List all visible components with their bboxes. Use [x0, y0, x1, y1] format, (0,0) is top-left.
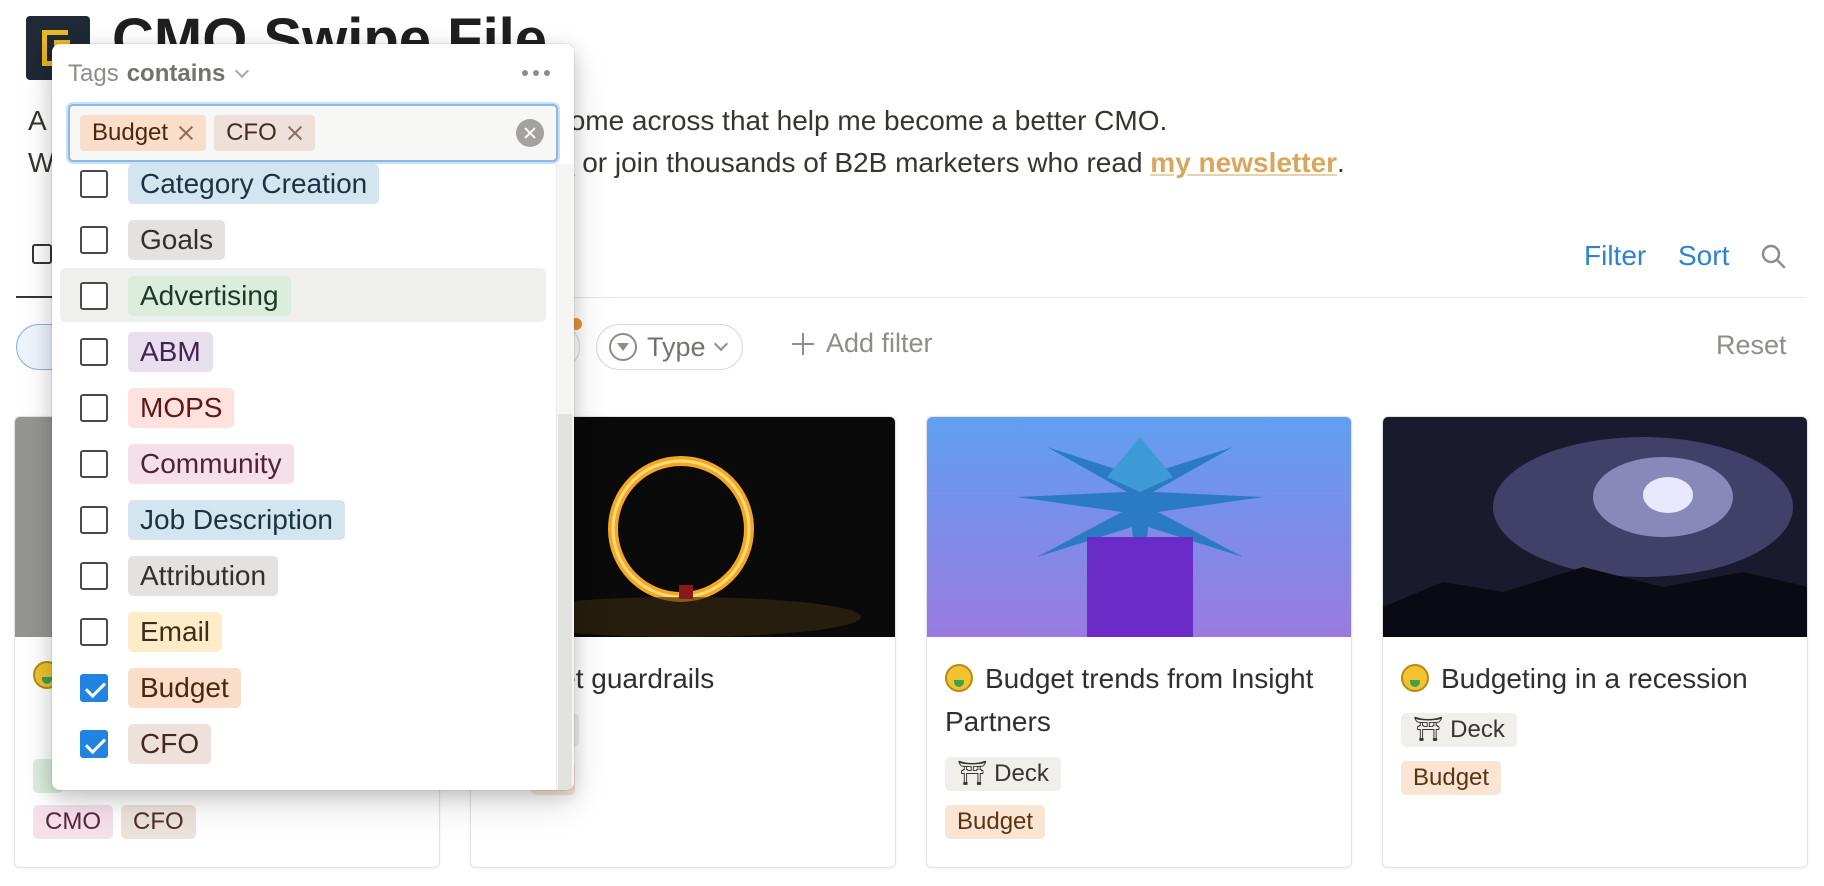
tag-option[interactable]: CFO [60, 716, 546, 770]
card-tag: ⛩ Deck [945, 757, 1061, 791]
checkbox-icon[interactable] [80, 394, 108, 422]
plus-icon [792, 332, 814, 355]
checkbox-checked-icon[interactable] [80, 674, 108, 702]
card-tag: CMO [33, 805, 113, 839]
type-filter-label: Type [647, 331, 706, 362]
selected-tag-token: CFO [214, 115, 315, 151]
more-options-icon[interactable] [522, 70, 550, 76]
tag-option[interactable]: Goals [60, 212, 546, 266]
card-tag: ⛩ Deck [1401, 713, 1517, 747]
tag-option-label: Goals [128, 220, 226, 260]
selected-tag-token: Budget [80, 115, 207, 151]
chevron-down-icon [713, 336, 728, 352]
checkbox-icon[interactable] [80, 618, 108, 646]
card-title: Budgeting in a recession [1401, 657, 1795, 700]
checkbox-icon[interactable] [80, 338, 108, 366]
tag-option-label: Job Description [128, 500, 345, 540]
tag-option[interactable]: Community [60, 436, 546, 490]
filter-button[interactable]: Filter [1584, 240, 1646, 272]
tag-option-label: Attribution [128, 556, 279, 596]
sort-button[interactable]: Sort [1678, 240, 1729, 272]
checkbox-icon[interactable] [80, 506, 108, 534]
reset-button[interactable]: Reset [1716, 330, 1787, 361]
remove-tag-icon[interactable] [287, 125, 303, 141]
filter-condition-header[interactable]: Tags contains [68, 60, 250, 88]
tag-option-label: Advertising [128, 276, 291, 316]
tag-option-label: MOPS [128, 388, 235, 428]
type-filter-icon [609, 333, 637, 361]
checkbox-icon[interactable] [80, 562, 108, 590]
tag-option[interactable]: Email [60, 604, 546, 658]
tag-option[interactable]: Attribution [60, 548, 546, 602]
money-mouth-emoji-icon [945, 664, 973, 692]
tag-search-input[interactable]: Budget CFO [68, 104, 558, 162]
tag-option-label: Community [128, 444, 294, 484]
card-cover-image [1383, 417, 1807, 637]
gallery-view-icon[interactable] [32, 244, 52, 264]
tag-option-label: Budget [128, 668, 241, 708]
tag-option-label: ABM [128, 332, 213, 372]
gallery-card[interactable]: Budget trends from Insight Partners ⛩ De… [926, 416, 1352, 868]
tag-option[interactable]: Budget [60, 660, 546, 714]
add-filter-button[interactable]: Add filter [792, 328, 933, 359]
scrollbar-thumb[interactable] [558, 414, 572, 790]
gallery-card[interactable]: Budgeting in a recession ⛩ Deck Budget [1382, 416, 1808, 868]
tag-option-label: CFO [128, 724, 212, 764]
filter-operator-label: contains [126, 60, 226, 87]
remove-tag-icon[interactable] [178, 125, 194, 141]
checkbox-icon[interactable] [80, 282, 108, 310]
tags-filter-popover: Tags contains Budget CFO Category Creati… [52, 44, 574, 790]
tag-option[interactable]: Advertising [60, 268, 546, 322]
clear-input-icon[interactable] [516, 119, 544, 147]
checkbox-icon[interactable] [80, 226, 108, 254]
card-tag: Budget [1401, 761, 1502, 795]
type-filter-chip[interactable]: Type [596, 324, 743, 370]
search-icon[interactable] [1760, 243, 1786, 269]
checkbox-icon[interactable] [80, 450, 108, 478]
tag-option[interactable]: MOPS [60, 380, 546, 434]
money-mouth-emoji-icon [1401, 664, 1429, 692]
chevron-down-icon [235, 63, 250, 79]
tag-option-label: Email [128, 612, 223, 652]
card-tag: Budget [945, 805, 1046, 839]
tag-option-label: Category Creation [128, 164, 380, 204]
filter-property-label: Tags [68, 60, 119, 87]
card-title: Budget trends from Insight Partners [945, 663, 1314, 737]
tag-option[interactable]: Job Description [60, 492, 546, 546]
newsletter-link[interactable]: my newsletter [1150, 147, 1337, 178]
card-tag: CFO [121, 805, 196, 839]
tag-option[interactable]: Category Creation [60, 164, 546, 210]
checkbox-checked-icon[interactable] [80, 730, 108, 758]
checkbox-icon[interactable] [80, 170, 108, 198]
card-cover-image [927, 417, 1351, 637]
tag-option-list: Category Creation Goals Advertising ABM MOPS… [52, 164, 556, 790]
card-title: dget guardrails [529, 663, 715, 694]
tag-option[interactable]: ABM [60, 324, 546, 378]
